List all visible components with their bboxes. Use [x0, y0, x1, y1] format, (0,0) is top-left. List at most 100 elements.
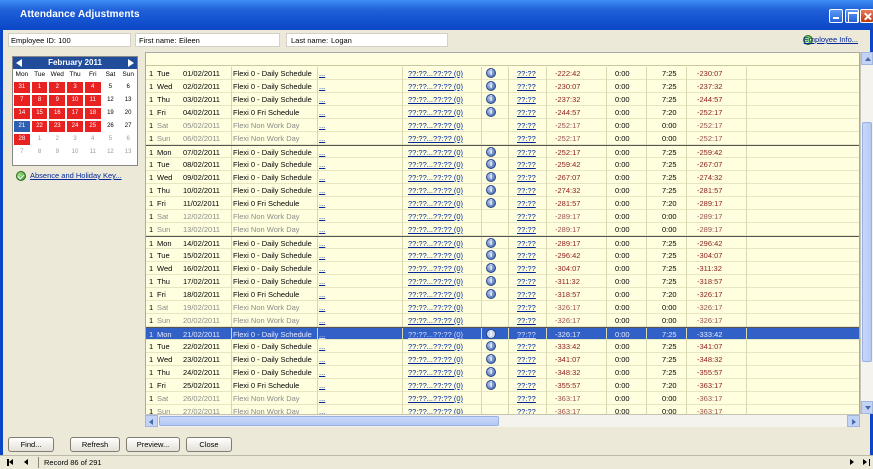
next-month-icon[interactable]: [128, 59, 134, 67]
calendar-day[interactable]: 13: [120, 147, 136, 158]
calendar-day[interactable]: 7: [14, 95, 30, 106]
schedule-more-link[interactable]: ...: [319, 302, 325, 313]
time-link[interactable]: ??:??: [517, 198, 536, 209]
table-row[interactable]: 1 Fri 18/02/2011 Flexi 0 Fri Schedule...??:…: [146, 288, 859, 301]
table-row[interactable]: 1 Sat 19/02/2011 Flexi Non Work Day...??:??…: [146, 301, 859, 314]
calendar-day[interactable]: 9: [49, 147, 65, 158]
scroll-left-icon[interactable]: [145, 415, 158, 427]
calendar-day[interactable]: 5: [103, 134, 119, 145]
clocking-link[interactable]: ??:??...??:?? (0): [408, 224, 463, 235]
schedule-more-link[interactable]: ...: [319, 380, 325, 391]
calendar-day[interactable]: 4: [85, 134, 101, 145]
schedule-more-link[interactable]: ...: [319, 68, 325, 79]
prev-month-icon[interactable]: [16, 59, 22, 67]
table-row[interactable]: 1 Thu 10/02/2011 Flexi 0 - Daily Schedule..…: [146, 184, 859, 197]
next-record-icon[interactable]: [848, 458, 857, 467]
table-row[interactable]: 1 Wed 09/02/2011 Flexi 0 - Daily Schedule..…: [146, 171, 859, 184]
schedule-more-link[interactable]: ...: [319, 211, 325, 222]
calendar-day[interactable]: 14: [14, 108, 30, 119]
calendar-day[interactable]: 26: [103, 121, 119, 132]
info-icon[interactable]: [486, 68, 496, 78]
table-row[interactable]: 1 Wed 16/02/2011 Flexi 0 - Daily Schedule..…: [146, 262, 859, 275]
schedule-more-link[interactable]: ...: [319, 238, 325, 249]
clocking-link[interactable]: ??:??...??:?? (0): [408, 367, 463, 378]
schedule-more-link[interactable]: ...: [319, 185, 325, 196]
info-icon[interactable]: [486, 250, 496, 260]
time-link[interactable]: ??:??: [517, 211, 536, 222]
absence-holiday-key-link[interactable]: Absence and Holiday Key...: [30, 171, 122, 180]
calendar-day[interactable]: 15: [31, 108, 48, 119]
clocking-link[interactable]: ??:??...??:?? (0): [408, 198, 463, 209]
month-calendar[interactable]: February 2011 Mon Tue Wed Thu Fri Sat Sun 31 1 2…: [12, 56, 138, 166]
preview-button[interactable]: Preview...: [126, 437, 180, 452]
info-icon[interactable]: [486, 107, 496, 117]
close-icon[interactable]: [860, 9, 873, 23]
calendar-day[interactable]: 17: [67, 108, 83, 119]
schedule-more-link[interactable]: ...: [319, 198, 325, 209]
clocking-link[interactable]: ??:??...??:?? (0): [408, 81, 463, 92]
clocking-link[interactable]: ??:??...??:?? (0): [408, 147, 463, 158]
table-row[interactable]: 1 Sun 06/02/2011 Flexi Non Work Day...??:??…: [146, 132, 859, 145]
clocking-link[interactable]: ??:??...??:?? (0): [408, 341, 463, 352]
clocking-link[interactable]: ??:??...??:?? (0): [408, 250, 463, 261]
calendar-day[interactable]: 5: [103, 82, 119, 93]
table-row[interactable]: 1 Sun 13/02/2011 Flexi Non Work Day...??:??…: [146, 223, 859, 236]
info-icon[interactable]: [486, 94, 496, 104]
clocking-link[interactable]: ??:??...??:?? (0): [408, 315, 463, 326]
time-link[interactable]: ??:??: [517, 276, 536, 287]
info-icon[interactable]: [486, 380, 496, 390]
horizontal-scroll-thumb[interactable]: [159, 416, 499, 426]
time-link[interactable]: ??:??: [517, 120, 536, 131]
scroll-up-icon[interactable]: [861, 52, 873, 65]
info-icon[interactable]: [486, 147, 496, 157]
table-row[interactable]: 1 Mon 14/02/2011 Flexi 0 - Daily Schedule..…: [146, 236, 859, 250]
table-row[interactable]: 1 Thu 24/02/2011 Flexi 0 - Daily Schedule..…: [146, 366, 859, 379]
schedule-more-link[interactable]: ...: [319, 147, 325, 158]
time-link[interactable]: ??:??: [517, 185, 536, 196]
calendar-day[interactable]: 7: [14, 147, 30, 158]
calendar-day[interactable]: 3: [67, 134, 83, 145]
table-row[interactable]: 1 Tue 01/02/2011 Flexi 0 - Daily Schedule..…: [146, 67, 859, 80]
calendar-day[interactable]: 2: [49, 134, 65, 145]
time-link[interactable]: ??:??: [517, 380, 536, 391]
calendar-day[interactable]: 13: [120, 95, 136, 106]
schedule-more-link[interactable]: ...: [319, 120, 325, 131]
time-link[interactable]: ??:??: [517, 393, 536, 404]
previous-record-icon[interactable]: [22, 458, 31, 467]
calendar-day[interactable]: 12: [103, 95, 119, 106]
table-row[interactable]: 1 Thu 17/02/2011 Flexi 0 - Daily Schedule..…: [146, 275, 859, 288]
calendar-day[interactable]: 21: [14, 121, 30, 132]
schedule-more-link[interactable]: ...: [319, 172, 325, 183]
clocking-link[interactable]: ??:??...??:?? (0): [408, 289, 463, 300]
schedule-more-link[interactable]: ...: [319, 276, 325, 287]
time-link[interactable]: ??:??: [517, 68, 536, 79]
table-row[interactable]: 1 Sat 05/02/2011 Flexi Non Work Day...??:??…: [146, 119, 859, 132]
info-icon[interactable]: [486, 289, 496, 299]
close-button[interactable]: Close: [186, 437, 232, 452]
scroll-right-icon[interactable]: [847, 415, 860, 427]
schedule-more-link[interactable]: ...: [319, 159, 325, 170]
table-row[interactable]: 1 Tue 22/02/2011 Flexi 0 - Daily Schedule..…: [146, 340, 859, 353]
clocking-link[interactable]: ??:??...??:?? (0): [408, 380, 463, 391]
time-link[interactable]: ??:??: [517, 302, 536, 313]
calendar-day[interactable]: 10: [67, 95, 83, 106]
clocking-link[interactable]: ??:??...??:?? (0): [408, 120, 463, 131]
find-button[interactable]: Find...: [8, 437, 54, 452]
schedule-more-link[interactable]: ...: [319, 341, 325, 352]
clocking-link[interactable]: ??:??...??:?? (0): [408, 393, 463, 404]
clocking-link[interactable]: ??:??...??:?? (0): [408, 107, 463, 118]
table-row[interactable]: 1 Tue 08/02/2011 Flexi 0 - Daily Schedule..…: [146, 158, 859, 171]
info-icon[interactable]: [486, 198, 496, 208]
clocking-link[interactable]: ??:??...??:?? (0): [408, 133, 463, 144]
schedule-more-link[interactable]: ...: [319, 289, 325, 300]
absence-key-icon[interactable]: [16, 171, 26, 181]
clocking-link[interactable]: ??:??...??:?? (0): [408, 302, 463, 313]
info-icon[interactable]: [486, 263, 496, 273]
calendar-day[interactable]: 10: [67, 147, 83, 158]
calendar-day[interactable]: 16: [49, 108, 66, 119]
clocking-link[interactable]: ??:??...??:?? (0): [408, 329, 463, 340]
clocking-link[interactable]: ??:??...??:?? (0): [408, 211, 463, 222]
time-link[interactable]: ??:??: [517, 263, 536, 274]
table-row[interactable]: 1 Fri 04/02/2011 Flexi 0 Fri Schedule...??:…: [146, 106, 859, 119]
table-row[interactable]: 1 Wed 23/02/2011 Flexi 0 - Daily Schedule..…: [146, 353, 859, 366]
